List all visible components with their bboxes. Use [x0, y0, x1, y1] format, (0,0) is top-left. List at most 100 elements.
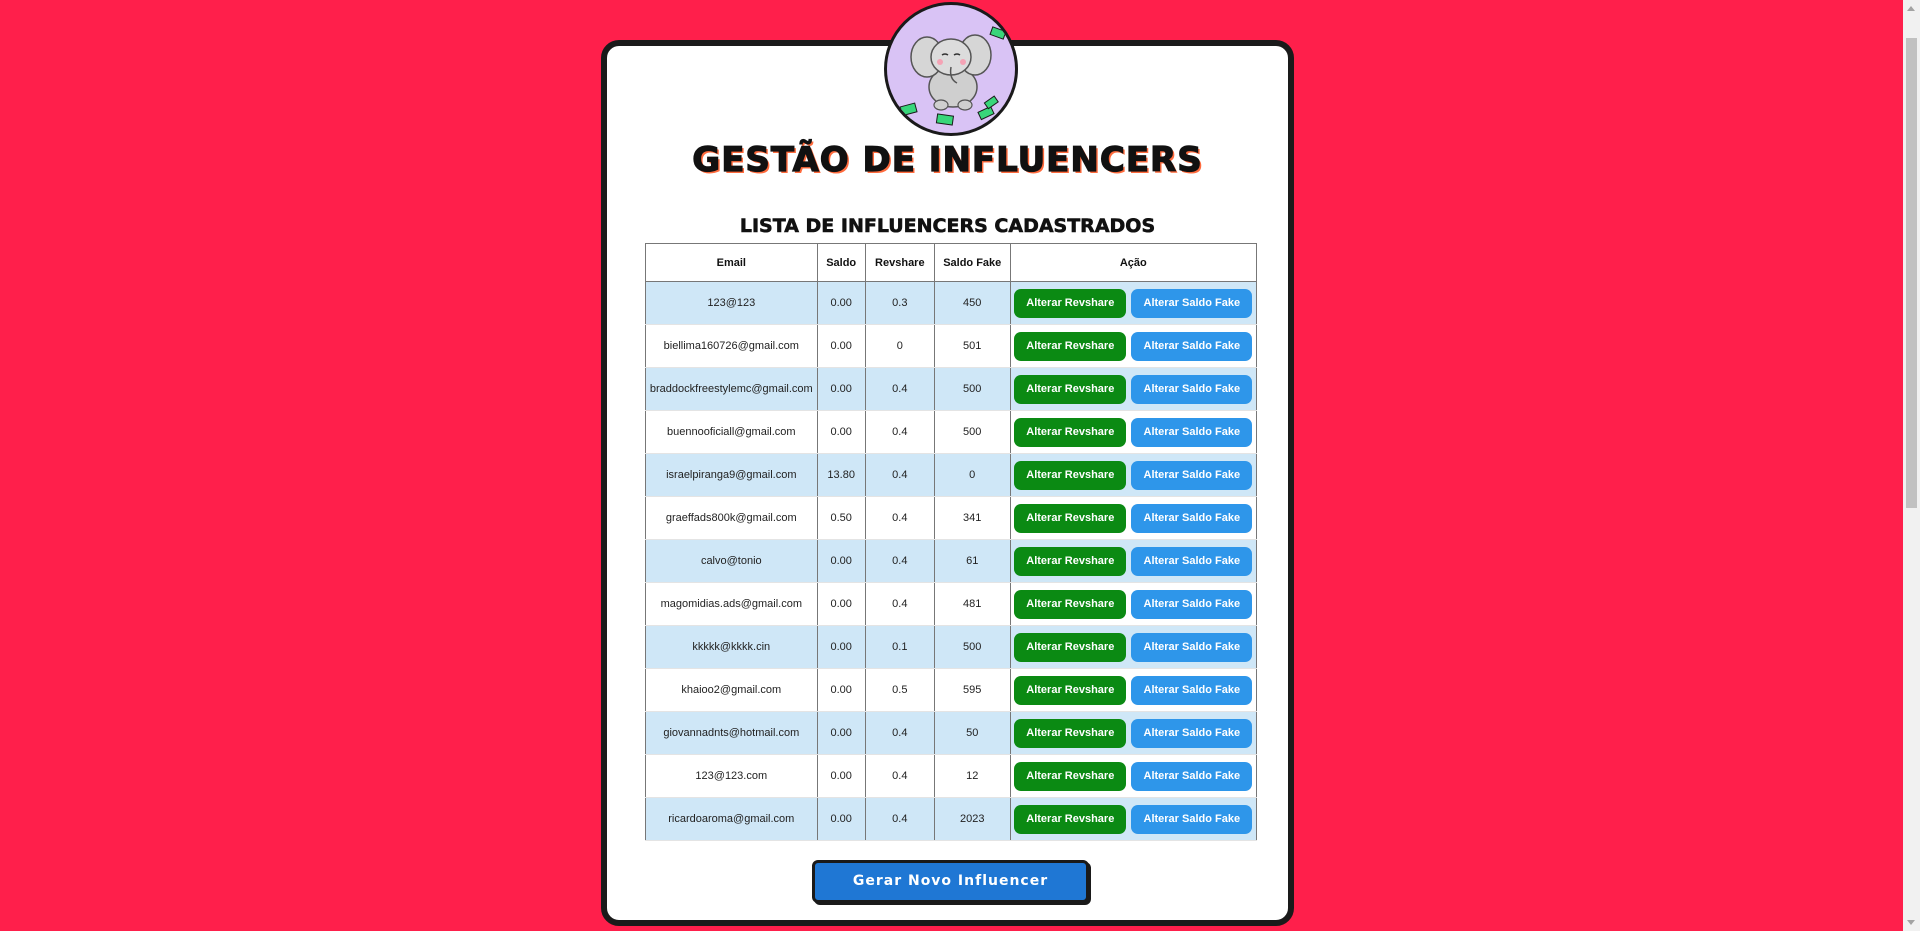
revshare-cell: 0.4 — [864, 410, 935, 454]
saldo-fake-cell: 500 — [933, 367, 1011, 411]
page-scrollbar[interactable] — [1903, 0, 1920, 931]
saldo-cell: 0.00 — [816, 668, 866, 712]
saldo-fake-cell: 12 — [933, 754, 1011, 798]
revshare-cell: 0.1 — [864, 625, 935, 669]
alterar-revshare-button[interactable]: Alterar Revshare — [1014, 460, 1127, 490]
header-saldo-fake: Saldo Fake — [933, 243, 1011, 282]
alterar-saldo-fake-button[interactable]: Alterar Saldo Fake — [1131, 546, 1253, 576]
alterar-saldo-fake-button[interactable]: Alterar Saldo Fake — [1131, 804, 1253, 834]
generate-influencer-button[interactable]: Gerar Novo Influencer — [812, 860, 1089, 903]
saldo-fake-cell: 481 — [933, 582, 1011, 626]
action-cell: Alterar Revshare Alterar Saldo Fake — [1009, 754, 1258, 798]
alterar-revshare-button[interactable]: Alterar Revshare — [1014, 288, 1127, 318]
saldo-cell: 0.00 — [816, 539, 866, 583]
revshare-cell: 0.4 — [864, 797, 935, 841]
alterar-saldo-fake-button[interactable]: Alterar Saldo Fake — [1131, 761, 1253, 791]
table-row: biellima160726@gmail.com 0.00 0 501 Alterar … — [645, 324, 1258, 368]
saldo-cell: 0.00 — [816, 582, 866, 626]
alterar-saldo-fake-button[interactable]: Alterar Saldo Fake — [1131, 503, 1253, 533]
saldo-fake-cell: 501 — [933, 324, 1011, 368]
alterar-revshare-button[interactable]: Alterar Revshare — [1014, 761, 1127, 791]
alterar-revshare-button[interactable]: Alterar Revshare — [1014, 331, 1127, 361]
email-cell: biellima160726@gmail.com — [645, 324, 818, 368]
revshare-cell: 0.4 — [864, 367, 935, 411]
alterar-revshare-button[interactable]: Alterar Revshare — [1014, 675, 1127, 705]
action-cell: Alterar Revshare Alterar Saldo Fake — [1009, 539, 1258, 583]
table-row: kkkkk@kkkk.cin 0.00 0.1 500 Alterar Revshare… — [645, 625, 1258, 669]
alterar-revshare-button[interactable]: Alterar Revshare — [1014, 417, 1127, 447]
influencers-table-container[interactable]: Email Saldo Revshare Saldo Fake Ação 123… — [645, 243, 1258, 846]
email-cell: magomidias.ads@gmail.com — [645, 582, 818, 626]
saldo-fake-cell: 2023 — [933, 797, 1011, 841]
action-cell: Alterar Revshare Alterar Saldo Fake — [1009, 582, 1258, 626]
revshare-cell: 0.4 — [864, 496, 935, 540]
table-body: 123@123 0.00 0.3 450 Alterar Revshare Alterar… — [645, 281, 1258, 841]
saldo-fake-cell: 595 — [933, 668, 1011, 712]
email-cell: ricardoaroma@gmail.com — [645, 797, 818, 841]
header-revshare: Revshare — [864, 243, 935, 282]
table-row: graeffads800k@gmail.com 0.50 0.4 341 Alterar… — [645, 496, 1258, 540]
scroll-up-arrow-icon[interactable] — [1907, 6, 1915, 11]
alterar-saldo-fake-button[interactable]: Alterar Saldo Fake — [1131, 675, 1253, 705]
email-cell: 123@123 — [645, 281, 818, 325]
saldo-cell: 13.80 — [816, 453, 866, 497]
alterar-saldo-fake-button[interactable]: Alterar Saldo Fake — [1131, 460, 1253, 490]
action-cell: Alterar Revshare Alterar Saldo Fake — [1009, 496, 1258, 540]
table-row: braddockfreestylemc@gmail.com 0.00 0.4 500 A… — [645, 367, 1258, 411]
revshare-cell: 0.5 — [864, 668, 935, 712]
saldo-fake-cell: 0 — [933, 453, 1011, 497]
table-row: buennooficiall@gmail.com 0.00 0.4 500 Altera… — [645, 410, 1258, 454]
saldo-cell: 0.00 — [816, 324, 866, 368]
saldo-fake-cell: 341 — [933, 496, 1011, 540]
table-row: 123@123 0.00 0.3 450 Alterar Revshare Alterar… — [645, 281, 1258, 325]
alterar-saldo-fake-button[interactable]: Alterar Saldo Fake — [1131, 589, 1253, 619]
page-title: GESTÃO DE INFLUENCERS — [692, 139, 1203, 180]
alterar-saldo-fake-button[interactable]: Alterar Saldo Fake — [1131, 288, 1253, 318]
email-cell: khaioo2@gmail.com — [645, 668, 818, 712]
alterar-saldo-fake-button[interactable]: Alterar Saldo Fake — [1131, 718, 1253, 748]
revshare-cell: 0.3 — [864, 281, 935, 325]
alterar-revshare-button[interactable]: Alterar Revshare — [1014, 632, 1127, 662]
action-cell: Alterar Revshare Alterar Saldo Fake — [1009, 410, 1258, 454]
alterar-revshare-button[interactable]: Alterar Revshare — [1014, 546, 1127, 576]
alterar-revshare-button[interactable]: Alterar Revshare — [1014, 804, 1127, 834]
scrollbar-thumb[interactable] — [1906, 38, 1917, 508]
alterar-revshare-button[interactable]: Alterar Revshare — [1014, 374, 1127, 404]
alterar-revshare-button[interactable]: Alterar Revshare — [1014, 589, 1127, 619]
revshare-cell: 0.4 — [864, 539, 935, 583]
saldo-cell: 0.00 — [816, 625, 866, 669]
table-header-row: Email Saldo Revshare Saldo Fake Ação — [645, 243, 1258, 282]
revshare-cell: 0 — [864, 324, 935, 368]
action-cell: Alterar Revshare Alterar Saldo Fake — [1009, 324, 1258, 368]
table-row: ricardoaroma@gmail.com 0.00 0.4 2023 Alterar… — [645, 797, 1258, 841]
alterar-saldo-fake-button[interactable]: Alterar Saldo Fake — [1131, 417, 1253, 447]
email-cell: 123@123.com — [645, 754, 818, 798]
action-cell: Alterar Revshare Alterar Saldo Fake — [1009, 711, 1258, 755]
table-row: calvo@tonio 0.00 0.4 61 Alterar Revshare Alte… — [645, 539, 1258, 583]
email-cell: kkkkk@kkkk.cin — [645, 625, 818, 669]
alterar-revshare-button[interactable]: Alterar Revshare — [1014, 718, 1127, 748]
saldo-fake-cell: 61 — [933, 539, 1011, 583]
saldo-cell: 0.50 — [816, 496, 866, 540]
table-row: israelpiranga9@gmail.com 13.80 0.4 0 Alterar… — [645, 453, 1258, 497]
action-cell: Alterar Revshare Alterar Saldo Fake — [1009, 668, 1258, 712]
table-row: giovannadnts@hotmail.com 0.00 0.4 50 Alterar… — [645, 711, 1258, 755]
alterar-saldo-fake-button[interactable]: Alterar Saldo Fake — [1131, 331, 1253, 361]
action-cell: Alterar Revshare Alterar Saldo Fake — [1009, 453, 1258, 497]
revshare-cell: 0.4 — [864, 754, 935, 798]
saldo-fake-cell: 50 — [933, 711, 1011, 755]
scroll-down-arrow-icon[interactable] — [1907, 920, 1915, 925]
email-cell: israelpiranga9@gmail.com — [645, 453, 818, 497]
email-cell: graeffads800k@gmail.com — [645, 496, 818, 540]
action-cell: Alterar Revshare Alterar Saldo Fake — [1009, 367, 1258, 411]
alterar-revshare-button[interactable]: Alterar Revshare — [1014, 503, 1127, 533]
cartoon-elephant-money-icon — [884, 2, 1018, 136]
saldo-cell: 0.00 — [816, 281, 866, 325]
alterar-saldo-fake-button[interactable]: Alterar Saldo Fake — [1131, 374, 1253, 404]
saldo-fake-cell: 500 — [933, 410, 1011, 454]
saldo-cell: 0.00 — [816, 711, 866, 755]
alterar-saldo-fake-button[interactable]: Alterar Saldo Fake — [1131, 632, 1253, 662]
saldo-fake-cell: 500 — [933, 625, 1011, 669]
email-cell: buennooficiall@gmail.com — [645, 410, 818, 454]
saldo-cell: 0.00 — [816, 754, 866, 798]
